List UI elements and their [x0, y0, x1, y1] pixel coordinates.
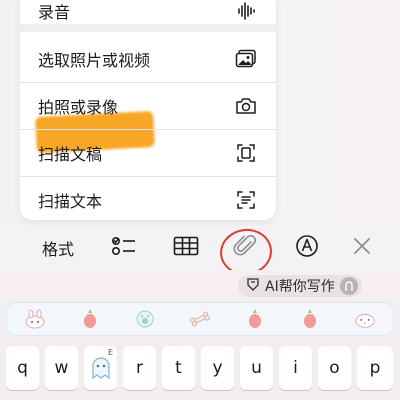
key-e[interactable]: E: [84, 346, 117, 390]
key-label: w: [54, 358, 69, 378]
key-label: u: [251, 358, 262, 378]
bunny-face-icon[interactable]: [353, 307, 377, 331]
key-y[interactable]: y: [201, 346, 234, 390]
menu-item-label: 扫描文稿: [38, 145, 103, 164]
checklist-icon: [111, 235, 137, 261]
menu-item-label: 拍照或录像: [38, 98, 119, 117]
waveform-icon: [234, 0, 258, 23]
carrot-icon[interactable]: [243, 307, 267, 331]
key-u[interactable]: u: [240, 346, 273, 390]
key-label: t: [175, 358, 182, 378]
table-icon: [173, 236, 199, 260]
format-label: 格式: [41, 240, 74, 259]
key-label: r: [136, 358, 143, 378]
menu-item-scan-text[interactable]: 扫描文本: [20, 177, 276, 220]
key-superscript: E: [107, 348, 113, 357]
photo-icon: [234, 47, 258, 71]
note-canvas: [278, 0, 400, 226]
scan-text-icon: [234, 188, 258, 212]
key-w[interactable]: w: [45, 346, 78, 390]
paw-icon[interactable]: [133, 307, 157, 331]
avatar: [339, 277, 358, 295]
key-label: o: [329, 358, 340, 378]
shield-pen-icon: [246, 277, 260, 295]
markup-button[interactable]: [291, 232, 323, 264]
carrot-icon[interactable]: [78, 307, 102, 331]
menu-item-label: 录音: [38, 3, 71, 22]
menu-item-take-photo[interactable]: 拍照或录像: [20, 83, 276, 129]
ai-writing-label: AI帮你写作: [265, 279, 335, 295]
key-label: i: [293, 358, 298, 378]
key-i[interactable]: i: [279, 346, 312, 390]
attachment-menu: 录音 选取照片或视频 拍照或录像 扫描文稿 扫描文本: [20, 0, 276, 220]
key-t[interactable]: t: [162, 346, 195, 390]
menu-item-label: 扫描文本: [38, 192, 103, 211]
carrot-icon[interactable]: [298, 307, 322, 331]
key-label: p: [369, 358, 381, 378]
format-button[interactable]: 格式: [38, 232, 78, 264]
menu-group-divider: [20, 24, 276, 32]
rabbit-icon[interactable]: [23, 307, 47, 331]
checklist-button[interactable]: [108, 232, 140, 264]
sticker-row: [6, 302, 394, 336]
menu-item-scan-document[interactable]: 扫描文稿: [20, 130, 276, 176]
camera-icon: [234, 94, 258, 118]
menu-item-label: 选取照片或视频: [38, 51, 151, 70]
menu-item-choose-photo[interactable]: 选取照片或视频: [20, 36, 276, 82]
key-label: y: [212, 358, 223, 378]
key-r[interactable]: r: [123, 346, 156, 390]
key-label: q: [17, 358, 28, 378]
key-p[interactable]: p: [357, 346, 393, 390]
ai-writing-button[interactable]: AI帮你写作: [238, 275, 362, 297]
close-icon: [352, 236, 372, 260]
key-q[interactable]: q: [6, 346, 39, 390]
table-button[interactable]: [170, 232, 202, 264]
bone-icon[interactable]: [188, 307, 212, 331]
key-o[interactable]: o: [318, 346, 351, 390]
ghost-sticker-icon: [91, 357, 110, 380]
close-toolbar-button[interactable]: [348, 232, 376, 264]
scan-document-icon: [234, 141, 258, 165]
pen-tip-icon: [295, 234, 319, 262]
